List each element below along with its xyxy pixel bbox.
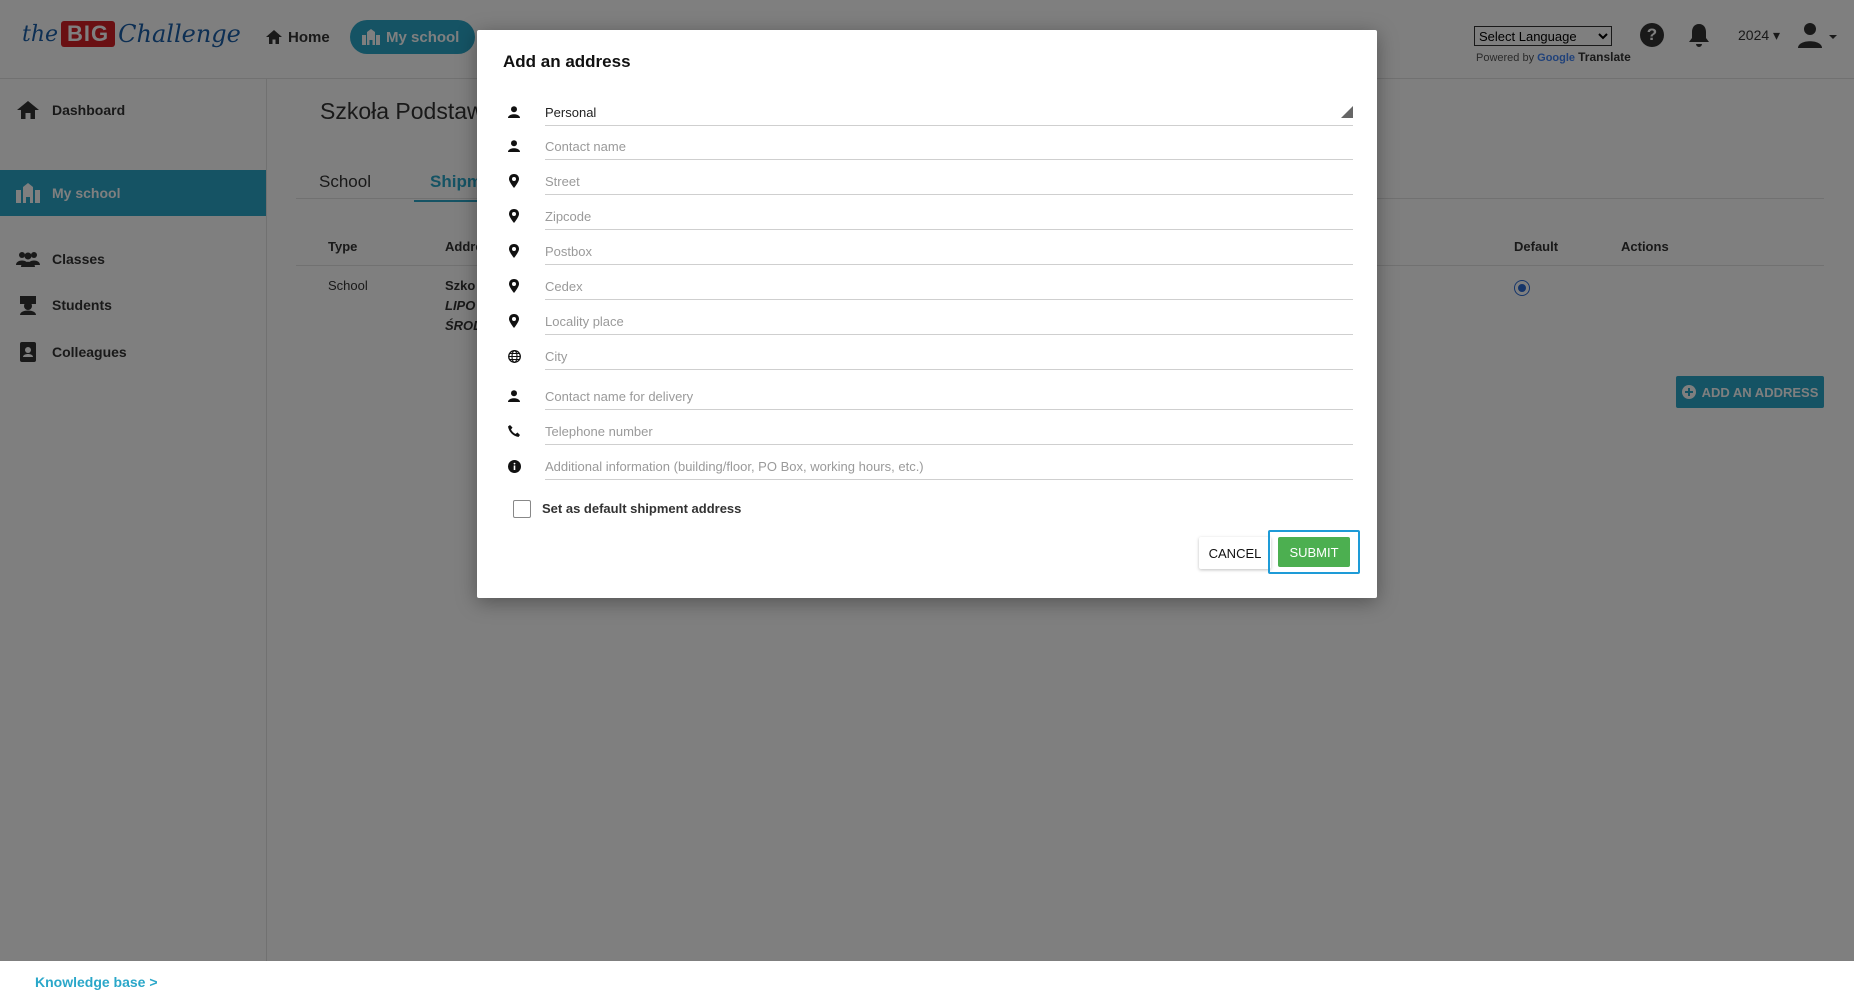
zipcode-input[interactable] xyxy=(545,198,1353,230)
postbox-input[interactable] xyxy=(545,233,1353,265)
default-shipment-label[interactable]: Set as default shipment address xyxy=(542,501,741,516)
map-pin-icon xyxy=(507,174,521,188)
locality-place-input[interactable] xyxy=(545,303,1353,335)
cedex-input[interactable] xyxy=(545,268,1353,300)
city-input[interactable] xyxy=(545,338,1353,370)
address-type-select[interactable]: Personal xyxy=(545,94,1353,126)
cancel-button[interactable]: CANCEL xyxy=(1199,537,1271,569)
additional-info-field xyxy=(501,448,1353,482)
dialog-title: Add an address xyxy=(503,52,631,71)
globe-icon xyxy=(507,349,521,363)
dropdown-arrow-icon xyxy=(1341,106,1353,118)
telephone-input[interactable] xyxy=(545,413,1353,445)
delivery-contact-input[interactable] xyxy=(545,378,1353,410)
address-type-field: Personal xyxy=(501,94,1353,128)
map-pin-icon xyxy=(507,244,521,258)
delivery-contact-field xyxy=(501,378,1353,412)
telephone-field xyxy=(501,413,1353,447)
street-input[interactable] xyxy=(545,163,1353,195)
map-pin-icon xyxy=(507,314,521,328)
submit-button[interactable]: SUBMIT xyxy=(1278,537,1350,567)
info-icon xyxy=(507,459,521,473)
default-shipment-checkbox[interactable] xyxy=(513,500,531,518)
person-icon xyxy=(507,139,521,153)
phone-icon xyxy=(507,424,521,438)
person-icon xyxy=(507,105,521,119)
locality-place-field xyxy=(501,303,1353,337)
postbox-field xyxy=(501,233,1353,267)
street-field xyxy=(501,163,1353,197)
knowledge-base-link[interactable]: Knowledge base > xyxy=(35,974,158,990)
map-pin-icon xyxy=(507,209,521,223)
cedex-field xyxy=(501,268,1353,302)
city-field xyxy=(501,338,1353,372)
additional-info-input[interactable] xyxy=(545,448,1353,480)
zipcode-field xyxy=(501,198,1353,232)
add-address-dialog: Add an address Personal Contact name Str… xyxy=(477,30,1377,598)
address-type-value: Personal xyxy=(545,105,597,120)
person-icon xyxy=(507,389,521,403)
contact-name-field xyxy=(501,128,1353,162)
contact-name-input[interactable] xyxy=(545,128,1353,160)
map-pin-icon xyxy=(507,279,521,293)
